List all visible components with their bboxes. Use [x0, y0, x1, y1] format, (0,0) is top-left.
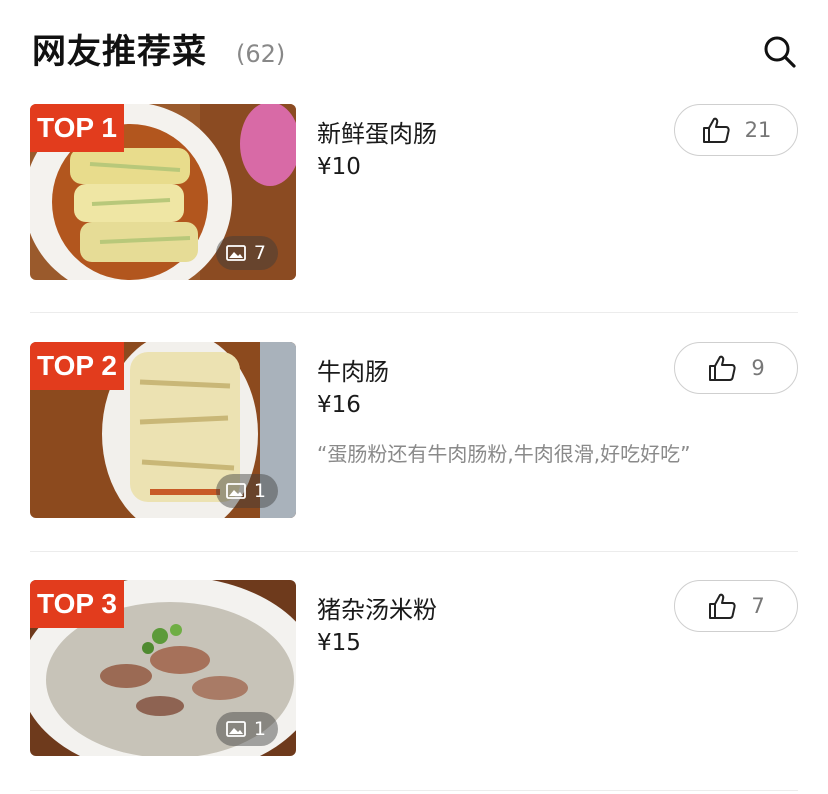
thumbs-up-icon — [709, 593, 736, 619]
dish-price: ¥15 — [317, 630, 361, 656]
dish-name: 新鲜蛋肉肠 — [317, 120, 437, 148]
rank-badge: TOP 3 — [30, 580, 124, 628]
dish-name: 猪杂汤米粉 — [317, 596, 437, 624]
photo-count: 7 — [253, 242, 266, 264]
divider — [30, 312, 798, 313]
dish-photo[interactable]: TOP 1 7 — [30, 104, 296, 280]
like-count: 9 — [751, 356, 765, 380]
like-button[interactable]: 21 — [674, 104, 798, 156]
photo-count-badge: 7 — [215, 236, 278, 270]
dish-item[interactable]: TOP 2 1 牛肉肠 ¥16 “蛋肠粉还有牛肉肠粉,牛肉很滑,好吃好吃” 9 — [30, 342, 798, 520]
header: 网友推荐菜 (62) — [32, 28, 798, 76]
image-icon — [226, 721, 246, 737]
dish-item[interactable]: TOP 3 1 猪杂汤米粉 ¥15 7 — [30, 580, 798, 758]
page-title: 网友推荐菜 — [32, 32, 207, 72]
dish-photo[interactable]: TOP 2 1 — [30, 342, 296, 518]
rank-badge: TOP 2 — [30, 342, 124, 390]
search-icon[interactable] — [762, 34, 798, 70]
photo-count-badge: 1 — [215, 474, 278, 508]
like-count: 7 — [751, 594, 765, 618]
photo-count: 1 — [253, 480, 266, 502]
image-icon — [226, 245, 246, 261]
rank-badge: TOP 1 — [30, 104, 124, 152]
like-count: 21 — [744, 118, 772, 142]
photo-count-badge: 1 — [215, 712, 278, 746]
like-button[interactable]: 9 — [674, 342, 798, 394]
thumbs-up-icon — [702, 117, 730, 143]
dish-count: (62) — [236, 40, 286, 68]
image-icon — [226, 483, 246, 499]
dish-item[interactable]: TOP 1 7 新鲜蛋肉肠 ¥10 21 — [30, 104, 798, 282]
dish-price: ¥10 — [317, 154, 361, 180]
dish-price: ¥16 — [317, 392, 361, 418]
divider — [30, 551, 798, 552]
photo-count: 1 — [253, 718, 266, 740]
dish-photo[interactable]: TOP 3 1 — [30, 580, 296, 756]
dish-name: 牛肉肠 — [317, 358, 389, 386]
like-button[interactable]: 7 — [674, 580, 798, 632]
thumbs-up-icon — [709, 355, 736, 381]
divider — [30, 790, 798, 791]
review-quote: “蛋肠粉还有牛肉肠粉,牛肉很滑,好吃好吃” — [317, 442, 691, 466]
